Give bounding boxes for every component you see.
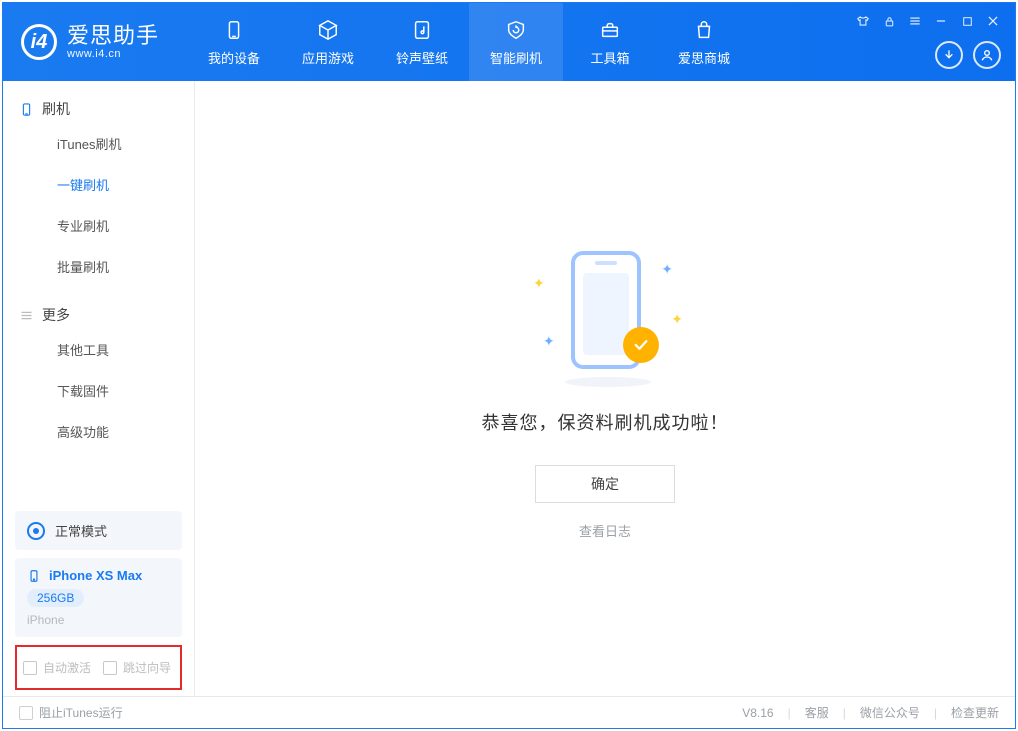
option-block-itunes[interactable]: 阻止iTunes运行	[19, 704, 123, 721]
sidebar-item-advanced[interactable]: 高级功能	[3, 411, 194, 452]
tshirt-icon[interactable]	[855, 13, 871, 29]
tab-toolbox[interactable]: 工具箱	[563, 3, 657, 81]
success-check-icon	[623, 327, 659, 363]
phone-icon	[19, 102, 34, 117]
sidebar-item-onekey-flash[interactable]: 一键刷机	[3, 164, 194, 205]
sparkle-icon: ✦	[671, 311, 683, 328]
header: i4 爱思助手 www.i4.cn 我的设备 应用游戏 铃声壁纸 智能刷	[3, 3, 1015, 81]
status-bar: 阻止iTunes运行 V8.16 | 客服 | 微信公众号 | 检查更新	[3, 696, 1015, 728]
footer-link-wechat[interactable]: 微信公众号	[860, 704, 920, 721]
sidebar-item-download-firmware[interactable]: 下载固件	[3, 370, 194, 411]
version-label: V8.16	[742, 706, 773, 720]
status-indicator-icon	[27, 522, 45, 540]
toolbox-icon	[597, 17, 623, 43]
menu-lines-icon	[19, 308, 34, 323]
device-type: iPhone	[27, 613, 170, 627]
tab-my-device[interactable]: 我的设备	[187, 3, 281, 81]
option-skip-guide[interactable]: 跳过向导	[103, 659, 171, 676]
tab-store[interactable]: 爱思商城	[657, 3, 751, 81]
user-icon[interactable]	[973, 41, 1001, 69]
footer-link-support[interactable]: 客服	[805, 704, 829, 721]
sidebar-group-more: 更多	[3, 305, 194, 329]
header-actions	[935, 41, 1001, 69]
footer-link-update[interactable]: 检查更新	[951, 704, 999, 721]
logo: i4 爱思助手 www.i4.cn	[3, 24, 177, 60]
tab-ringtone-wallpaper[interactable]: 铃声壁纸	[375, 3, 469, 81]
minimize-button[interactable]	[933, 13, 949, 29]
checkbox-icon	[103, 661, 117, 675]
sidebar-item-batch-flash[interactable]: 批量刷机	[3, 246, 194, 287]
ok-button[interactable]: 确定	[535, 465, 675, 503]
sparkle-icon: ✦	[533, 275, 545, 292]
success-illustration: ✦ ✦ ✦ ✦	[525, 251, 685, 381]
app-url: www.i4.cn	[67, 48, 159, 60]
music-file-icon	[409, 17, 435, 43]
app-window: i4 爱思助手 www.i4.cn 我的设备 应用游戏 铃声壁纸 智能刷	[2, 2, 1016, 729]
device-card[interactable]: iPhone XS Max 256GB iPhone	[15, 558, 182, 637]
logo-icon: i4	[21, 24, 57, 60]
storage-pill: 256GB	[27, 589, 84, 607]
sidebar-item-other-tools[interactable]: 其他工具	[3, 329, 194, 370]
cube-icon	[315, 17, 341, 43]
status-label: 正常模式	[55, 521, 107, 540]
checkbox-icon	[19, 706, 33, 720]
main-content: ✦ ✦ ✦ ✦ 恭喜您，保资料刷机成功啦！ 确定 查看日志	[195, 81, 1015, 696]
menu-icon[interactable]	[907, 13, 923, 29]
window-controls	[855, 13, 1001, 29]
sidebar: 刷机 iTunes刷机 一键刷机 专业刷机 批量刷机 更多 其他工具 下载固件 …	[3, 81, 195, 696]
sidebar-group-flash: 刷机	[3, 99, 194, 123]
nav-tabs: 我的设备 应用游戏 铃声壁纸 智能刷机 工具箱 爱思商城	[187, 3, 751, 81]
maximize-button[interactable]	[959, 13, 975, 29]
checkbox-icon	[23, 661, 37, 675]
download-icon[interactable]	[935, 41, 963, 69]
success-message: 恭喜您，保资料刷机成功啦！	[482, 409, 729, 435]
flash-options-highlight: 自动激活 跳过向导	[15, 645, 182, 690]
option-auto-activate[interactable]: 自动激活	[23, 659, 91, 676]
refresh-shield-icon	[503, 17, 529, 43]
device-icon	[27, 569, 41, 583]
lock-icon[interactable]	[881, 13, 897, 29]
body: 刷机 iTunes刷机 一键刷机 专业刷机 批量刷机 更多 其他工具 下载固件 …	[3, 81, 1015, 696]
view-log-link[interactable]: 查看日志	[579, 521, 631, 540]
app-name: 爱思助手	[67, 24, 159, 47]
sidebar-item-pro-flash[interactable]: 专业刷机	[3, 205, 194, 246]
sidebar-item-itunes-flash[interactable]: iTunes刷机	[3, 123, 194, 164]
tab-smart-flash[interactable]: 智能刷机	[469, 3, 563, 81]
tab-apps-games[interactable]: 应用游戏	[281, 3, 375, 81]
device-icon	[221, 17, 247, 43]
close-button[interactable]	[985, 13, 1001, 29]
status-card[interactable]: 正常模式	[15, 511, 182, 550]
sparkle-icon: ✦	[661, 261, 673, 278]
sparkle-icon: ✦	[543, 333, 555, 350]
shopping-bag-icon	[691, 17, 717, 43]
